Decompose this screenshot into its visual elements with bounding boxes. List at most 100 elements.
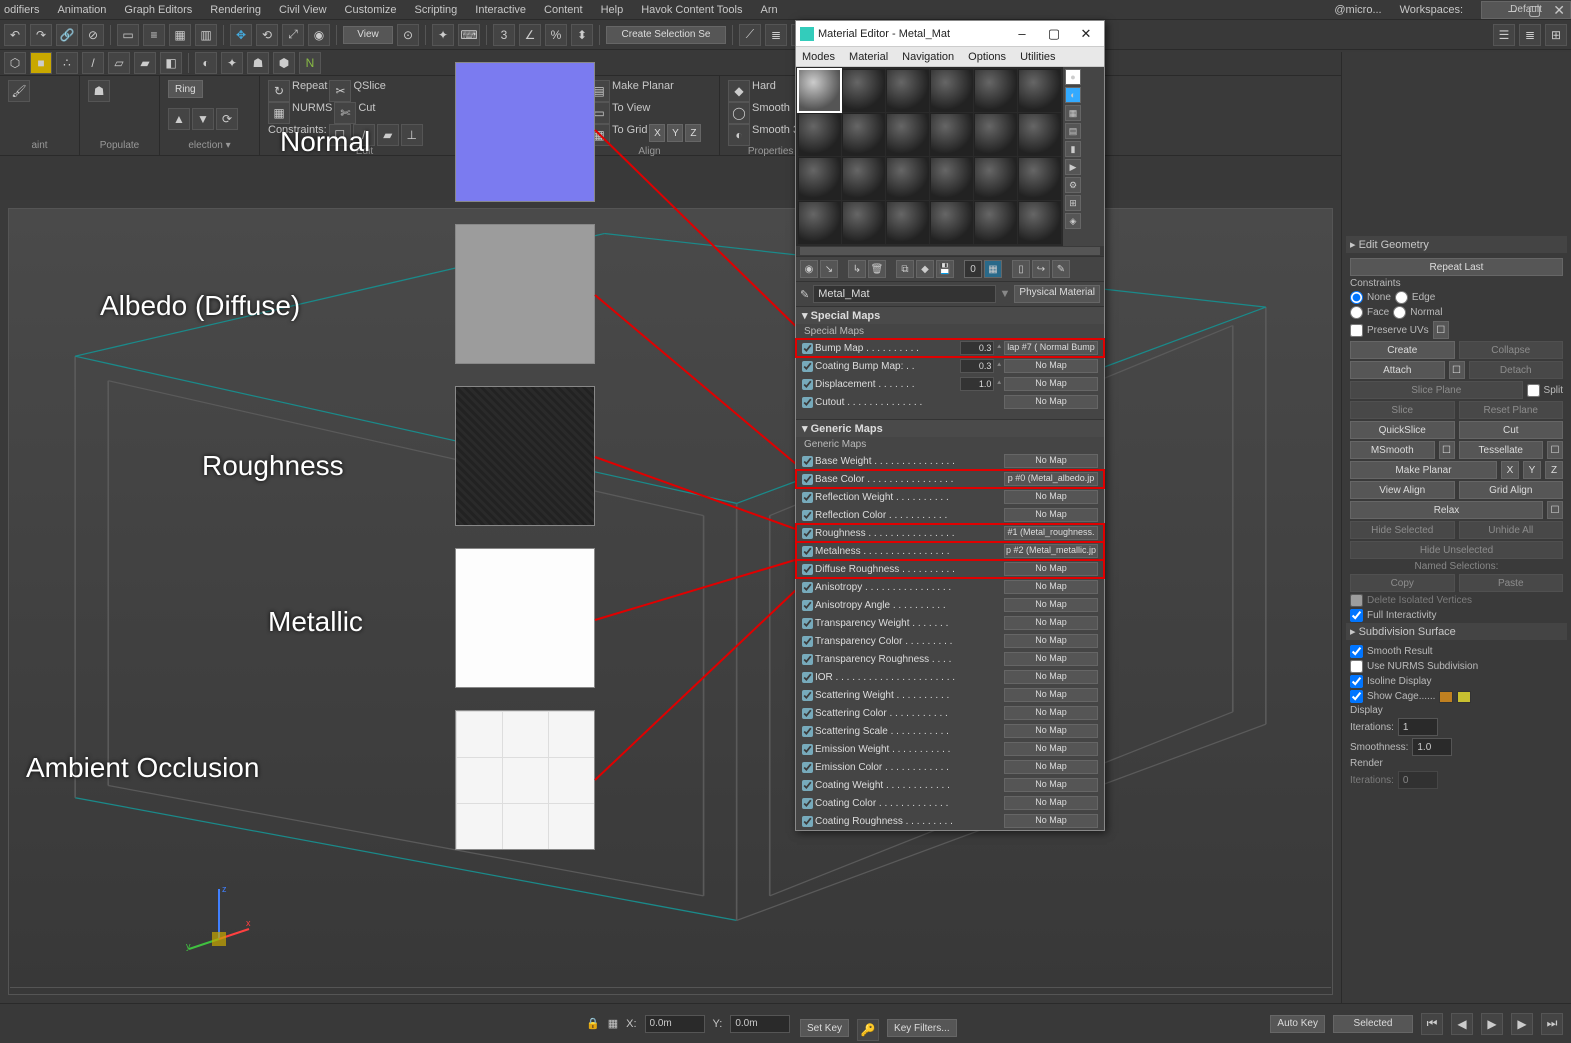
- map-slot-button[interactable]: No Map: [1004, 598, 1098, 612]
- keyfilters-button[interactable]: Key Filters...: [887, 1019, 957, 1037]
- border-icon[interactable]: ▱: [108, 52, 130, 74]
- material-slot[interactable]: [1018, 113, 1061, 156]
- autokey-button[interactable]: Auto Key: [1270, 1015, 1325, 1033]
- snap-toggle-icon[interactable]: 3: [493, 24, 515, 46]
- unlink-icon[interactable]: ⊘: [82, 24, 104, 46]
- map-slot-button[interactable]: No Map: [1004, 490, 1098, 504]
- key-mode-dropdown[interactable]: Selected: [1333, 1015, 1413, 1033]
- menu-item[interactable]: Help: [601, 4, 624, 16]
- material-type-button[interactable]: Physical Material: [1014, 285, 1100, 303]
- mat-menu-item[interactable]: Utilities: [1020, 51, 1055, 63]
- window-maximize-icon[interactable]: ▢: [1528, 2, 1541, 19]
- material-name-input[interactable]: [813, 285, 995, 303]
- make-unique-icon[interactable]: ◆: [916, 260, 934, 278]
- map-amount-input[interactable]: [960, 377, 994, 391]
- cage-color-1[interactable]: [1439, 691, 1453, 703]
- map-slot-button[interactable]: p #0 (Metal_albedo.jp: [1004, 472, 1098, 486]
- map-enable-checkbox[interactable]: [802, 361, 813, 372]
- map-enable-checkbox[interactable]: [802, 672, 813, 683]
- menu-item[interactable]: Havok Content Tools: [641, 4, 742, 16]
- create-button[interactable]: Create: [1350, 341, 1455, 359]
- hard-icon[interactable]: ◆: [728, 80, 750, 102]
- ring-button[interactable]: Ring: [168, 80, 203, 98]
- shrink-icon[interactable]: ▼: [192, 108, 214, 130]
- window-crossing-icon[interactable]: ▥: [195, 24, 217, 46]
- mirror-icon[interactable]: ⟋: [739, 24, 761, 46]
- spinner-icon[interactable]: ⯅: [996, 344, 1002, 352]
- full-interactivity-checkbox[interactable]: [1350, 609, 1363, 622]
- map-enable-checkbox[interactable]: [802, 762, 813, 773]
- map-enable-checkbox[interactable]: [802, 343, 813, 354]
- map-slot-button[interactable]: p #2 (Metal_metallic.jp: [1004, 544, 1098, 558]
- sample-uv-icon[interactable]: ▤: [1065, 123, 1081, 139]
- pick-material-icon[interactable]: ✎: [1052, 260, 1070, 278]
- map-slot-button[interactable]: No Map: [1004, 778, 1098, 792]
- detach-button[interactable]: Detach: [1469, 361, 1564, 379]
- repeat-last-button[interactable]: Repeat Last: [1350, 258, 1563, 276]
- grow-icon[interactable]: ▲: [168, 108, 190, 130]
- spinner-icon[interactable]: ⯅: [996, 380, 1002, 388]
- play-icon[interactable]: ▶: [1481, 1013, 1503, 1035]
- lock-icon[interactable]: 🔒: [586, 1017, 600, 1030]
- ref-coord-dropdown[interactable]: View: [343, 26, 393, 44]
- select-by-material-icon[interactable]: ⊞: [1065, 195, 1081, 211]
- material-slot[interactable]: [1018, 201, 1061, 244]
- qslice-icon[interactable]: ✂: [329, 80, 351, 102]
- map-slot-button[interactable]: No Map: [1004, 742, 1098, 756]
- cut-button[interactable]: Cut: [1459, 421, 1564, 439]
- put-to-library-icon[interactable]: 💾: [936, 260, 954, 278]
- y-input[interactable]: [730, 1015, 790, 1033]
- selection-mode-icon[interactable]: ■: [30, 52, 52, 74]
- collapse-button[interactable]: Collapse: [1459, 341, 1564, 359]
- r-iterations-input[interactable]: [1398, 771, 1438, 789]
- planar-y-button[interactable]: Y: [1523, 461, 1541, 479]
- material-slot[interactable]: [842, 201, 885, 244]
- material-slot[interactable]: [930, 69, 973, 112]
- constraint-normal-radio[interactable]: [1393, 306, 1406, 319]
- menu-item[interactable]: Arn: [761, 4, 778, 16]
- msmooth-settings[interactable]: ☐: [1439, 441, 1455, 459]
- material-slot[interactable]: [974, 201, 1017, 244]
- get-material-icon[interactable]: ◉: [800, 260, 818, 278]
- material-slot[interactable]: [842, 157, 885, 200]
- modifier-icon[interactable]: ◐: [195, 52, 217, 74]
- material-slot[interactable]: [930, 201, 973, 244]
- select-icon[interactable]: ▭: [117, 24, 139, 46]
- attach-button[interactable]: Attach: [1350, 361, 1445, 379]
- tessellate-button[interactable]: Tessellate: [1459, 441, 1544, 459]
- material-effect-icon[interactable]: 0: [964, 260, 982, 278]
- map-slot-button[interactable]: No Map: [1004, 395, 1098, 409]
- map-slot-button[interactable]: No Map: [1004, 724, 1098, 738]
- material-slot[interactable]: [886, 69, 929, 112]
- attach-list-button[interactable]: ☐: [1449, 361, 1465, 379]
- element-icon[interactable]: ◧: [160, 52, 182, 74]
- menu-item[interactable]: Scripting: [414, 4, 457, 16]
- loop-icon[interactable]: ⟳: [216, 108, 238, 130]
- quickslice-button[interactable]: QuickSlice: [1350, 421, 1455, 439]
- select-region-icon[interactable]: ▦: [169, 24, 191, 46]
- map-slot-button[interactable]: No Map: [1004, 688, 1098, 702]
- split-checkbox[interactable]: [1527, 384, 1540, 397]
- menu-item[interactable]: Animation: [57, 4, 106, 16]
- show-shaded-icon[interactable]: ▦: [984, 260, 1002, 278]
- axis-x-button[interactable]: X: [649, 124, 665, 142]
- grid-icon[interactable]: ▦: [608, 1017, 618, 1030]
- view-align-button[interactable]: View Align: [1350, 481, 1455, 499]
- generic-maps-header[interactable]: ▾ Generic Maps: [796, 419, 1104, 437]
- axis-z-button[interactable]: Z: [685, 124, 701, 142]
- select-name-icon[interactable]: ≡: [143, 24, 165, 46]
- undo-icon[interactable]: ↶: [4, 24, 26, 46]
- background-icon[interactable]: ▦: [1065, 105, 1081, 121]
- align-icon[interactable]: ≣: [765, 24, 787, 46]
- smoothness-input[interactable]: [1412, 738, 1452, 756]
- map-enable-checkbox[interactable]: [802, 636, 813, 647]
- map-slot-button[interactable]: No Map: [1004, 616, 1098, 630]
- material-slot[interactable]: [930, 113, 973, 156]
- constraint-face-icon[interactable]: ▰: [377, 124, 399, 146]
- map-slot-button[interactable]: No Map: [1004, 377, 1098, 391]
- setkey-button[interactable]: Set Key: [800, 1019, 849, 1037]
- map-slot-button[interactable]: No Map: [1004, 670, 1098, 684]
- cut-icon[interactable]: ✄: [334, 102, 356, 124]
- next-frame-icon[interactable]: ▶: [1511, 1013, 1533, 1035]
- material-slot[interactable]: [886, 113, 929, 156]
